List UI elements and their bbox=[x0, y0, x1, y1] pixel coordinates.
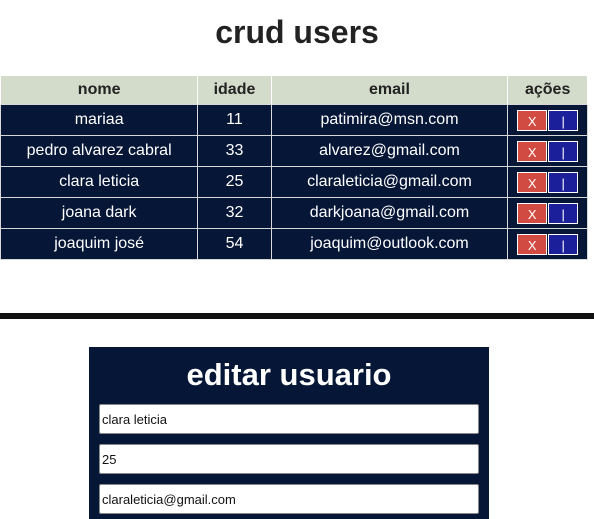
column-header-nome: nome bbox=[0, 76, 199, 105]
cell-idade: 54 bbox=[197, 228, 272, 260]
users-table: nome idade email ações mariaa 11 patimir… bbox=[0, 76, 588, 260]
cell-acoes: X | bbox=[507, 135, 588, 167]
column-header-email: email bbox=[270, 76, 509, 105]
table-row: clara leticia 25 claraleticia@gmail.com … bbox=[0, 166, 588, 198]
cell-nome: mariaa bbox=[0, 104, 199, 136]
edit-form-title: editar usuario bbox=[186, 357, 392, 392]
cell-acoes: X | bbox=[507, 166, 588, 198]
cell-idade: 11 bbox=[197, 104, 272, 136]
cell-idade: 25 bbox=[197, 166, 272, 198]
table-header-row: nome idade email ações bbox=[0, 76, 588, 105]
cell-acoes: X | bbox=[507, 104, 588, 136]
table-row: pedro alvarez cabral 33 alvarez@gmail.co… bbox=[0, 135, 588, 167]
table-row: joana dark 32 darkjoana@gmail.com X | bbox=[0, 197, 588, 229]
cell-nome: joaquim josé bbox=[0, 228, 199, 260]
edit-button[interactable]: | bbox=[548, 109, 579, 131]
column-header-acoes: ações bbox=[507, 76, 588, 105]
table-row: joaquim josé 54 joaquim@outlook.com X | bbox=[0, 228, 588, 260]
cell-email: alvarez@gmail.com bbox=[270, 135, 509, 167]
cell-email: darkjoana@gmail.com bbox=[270, 197, 509, 229]
edit-button[interactable]: | bbox=[548, 202, 579, 224]
email-input[interactable] bbox=[99, 484, 479, 514]
edit-button[interactable]: | bbox=[548, 140, 579, 162]
cell-acoes: X | bbox=[507, 228, 588, 260]
nome-input[interactable] bbox=[99, 404, 479, 434]
column-header-idade: idade bbox=[197, 76, 272, 105]
cell-idade: 32 bbox=[197, 197, 272, 229]
table-row: mariaa 11 patimira@msn.com X | bbox=[0, 104, 588, 136]
cell-nome: pedro alvarez cabral bbox=[0, 135, 199, 167]
edit-button[interactable]: | bbox=[548, 233, 579, 255]
delete-button[interactable]: X bbox=[517, 171, 548, 193]
cell-email: joaquim@outlook.com bbox=[270, 228, 509, 260]
page-title: crud users bbox=[215, 14, 379, 50]
cell-email: patimira@msn.com bbox=[270, 104, 509, 136]
delete-button[interactable]: X bbox=[517, 109, 548, 131]
cell-email: claraleticia@gmail.com bbox=[270, 166, 509, 198]
idade-input[interactable] bbox=[99, 444, 479, 474]
section-divider bbox=[0, 313, 594, 319]
cell-nome: joana dark bbox=[0, 197, 199, 229]
cell-nome: clara leticia bbox=[0, 166, 199, 198]
delete-button[interactable]: X bbox=[517, 233, 548, 255]
edit-button[interactable]: | bbox=[548, 171, 579, 193]
edit-user-form: editar usuario bbox=[89, 347, 489, 519]
delete-button[interactable]: X bbox=[517, 140, 548, 162]
cell-acoes: X | bbox=[507, 197, 588, 229]
cell-idade: 33 bbox=[197, 135, 272, 167]
delete-button[interactable]: X bbox=[517, 202, 548, 224]
